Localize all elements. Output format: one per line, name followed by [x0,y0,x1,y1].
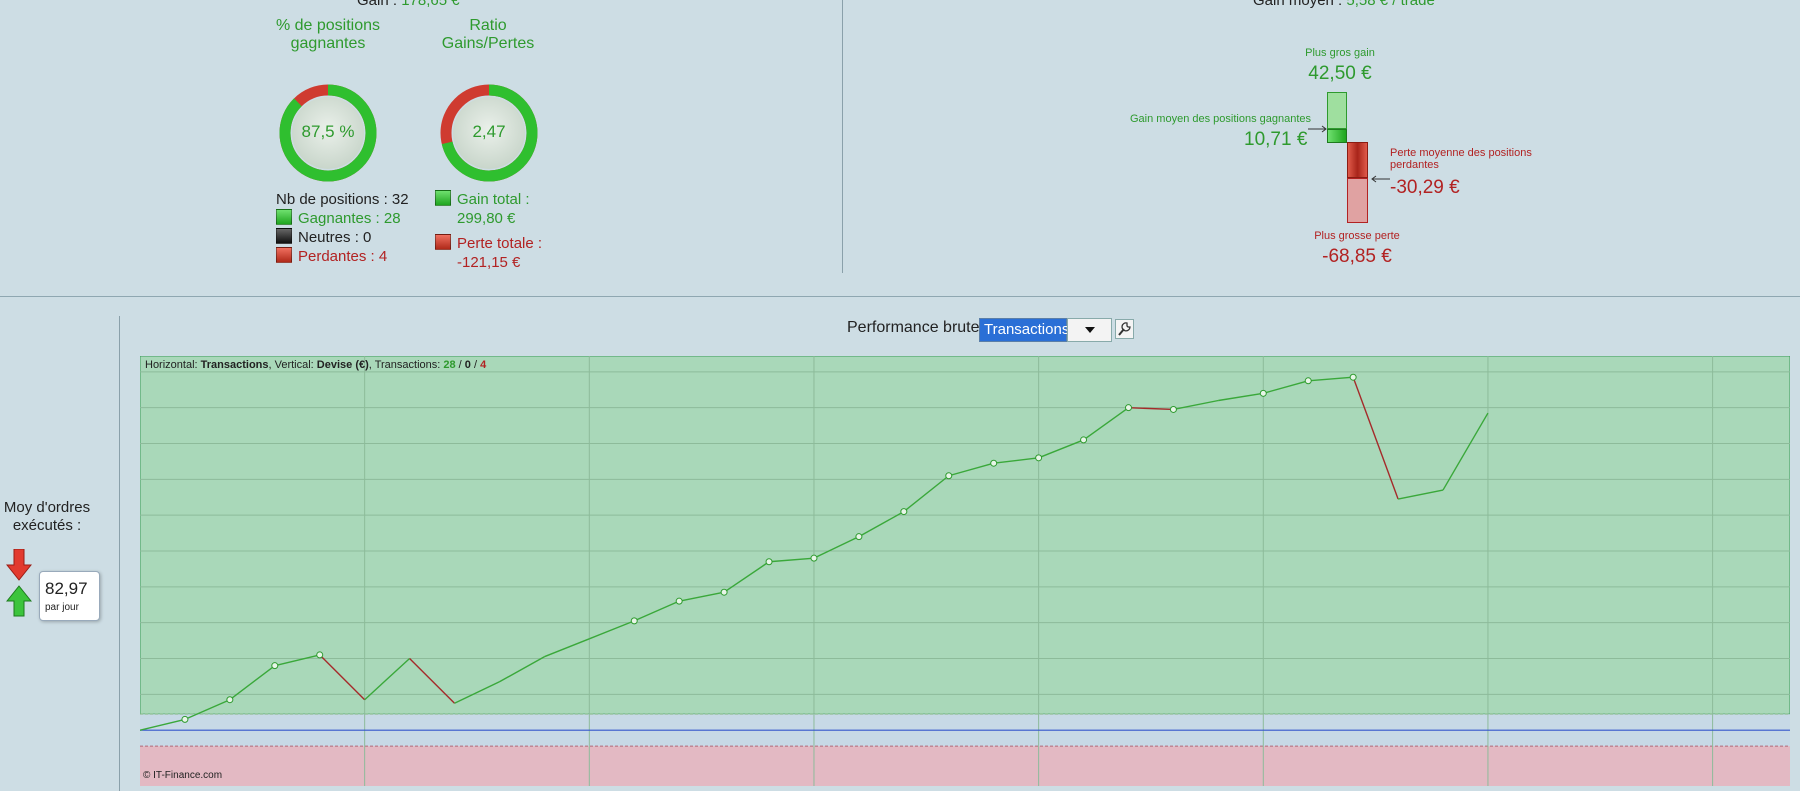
green-square-icon [276,209,292,225]
nb-positions: Nb de positions : 32 [276,191,409,208]
gros-gain-bar [1327,92,1347,129]
panel-divider [0,296,1800,297]
chart-h-prefix: Horizontal: [145,359,201,371]
moy-ordres-label: Moy d'ordres exécutés : [0,499,94,535]
plus-gros-gain-label: Plus gros gain [1305,47,1375,59]
neutres-row: Neutres : 0 [276,228,409,247]
equity-point [1304,377,1312,385]
equity-point [316,651,324,659]
settings-wrench-button[interactable] [1115,319,1134,339]
equity-point [990,459,998,467]
equity-point [810,554,818,562]
equity-point [226,696,234,704]
plus-grosse-perte-value: -68,85 € [1322,246,1392,267]
perte-totale-label: Perte totale : [457,235,543,252]
perte-totale-row: Perte totale : [435,234,542,253]
section-divider [842,0,843,273]
win-pct-value: 87,5 % [301,122,355,141]
equity-point [271,662,279,670]
perte-moyenne-value: -30,29 € [1390,177,1460,198]
red-square-icon [276,247,292,263]
equity-point [720,588,728,596]
equity-point [945,472,953,480]
chart-v-value: Devise (€) [316,359,369,371]
moy-ordres-label-line2: exécutés : [12,517,82,534]
equity-point [765,558,773,566]
moy-ordres-unit: par jour [45,602,79,613]
chart-t-sep1: / [455,359,465,371]
arrow-up-green-icon [6,585,32,617]
moy-ordres-label-line1: Moy d'ordres [3,499,91,516]
gain-moyen-label: Gain moyen : [1253,0,1343,9]
equity-point [675,597,683,605]
chart-footer: © IT-Finance.com [143,770,223,781]
perte-moyenne-label-line2: perdantes [1390,159,1439,171]
negative-zone [140,746,1790,786]
equity-point [1169,405,1177,413]
equity-chart-svg [139,355,1791,786]
chart-v-prefix: , Vertical: [268,359,317,371]
equity-point [1035,454,1043,462]
plus-grosse-perte-label: Plus grosse perte [1314,230,1400,242]
totals: Gain total : 299,80 € Perte totale : -12… [435,190,542,272]
arrow-right-icon [1308,125,1327,133]
equity-point [1259,389,1267,397]
grosse-perte-bar [1347,178,1368,223]
gagnantes-text: Gagnantes : 28 [298,210,401,227]
perdantes-text: Perdantes : 4 [298,248,388,265]
gain-moyen-pos-label: Gain moyen des positions gagnantes [1130,113,1312,125]
gain-moyen-bar [1327,129,1347,143]
gain-total-row: Gain total : [435,190,542,209]
red-square-icon [435,234,451,250]
perte-totale-value: -121,15 € [457,254,521,271]
equity-chart: Horizontal: Transactions, Vertical: Devi… [139,355,1791,786]
moy-ordres-card: 82,97 par jour [39,571,100,621]
equity-point [630,617,638,625]
position-counts: Nb de positions : 32 Gagnantes : 28 Neut… [276,190,409,266]
win-pct-title: % de positions gagnantes [275,17,381,52]
ratio-value: 2,47 [472,122,506,141]
gain-moyen-value: 5,58 € / trade [1346,0,1435,9]
chart-h-value: Transactions [200,359,269,371]
equity-point [1080,436,1088,444]
chart-t-loss: 4 [480,359,487,371]
equity-point [1124,404,1132,412]
moy-ordres-value: 82,97 [45,579,88,598]
mode-select-arrow[interactable] [1067,318,1112,342]
chart-t-win: 28 [443,359,456,371]
green-square-icon [435,190,451,206]
gain-header: Gain : 178,65 € [357,0,460,9]
wrench-icon [1118,322,1131,336]
gain-total-label: Gain total : [457,191,530,208]
chart-t-sep2: / [470,359,481,371]
gain-label: Gain : [357,0,398,9]
equity-point [181,715,189,723]
gain-total-value: 299,80 € [457,210,516,227]
performance-brute-label: Performance brute [847,319,980,336]
gain-moyen-pos-value: 10,71 € [1244,129,1308,150]
perdantes-row: Perdantes : 4 [276,247,409,266]
arrow-left-icon [1371,175,1390,183]
perte-moyenne-label-line1: Perte moyenne des positions [1390,147,1532,159]
black-square-icon [276,228,292,244]
positive-zone [139,355,1791,715]
gain-moyen-header: Gain moyen : 5,58 € / trade [1253,0,1435,9]
plus-gros-gain-value: 42,50 € [1308,63,1372,84]
equity-point [900,508,908,516]
chart-header: Horizontal: Transactions, Vertical: Devi… [145,359,486,371]
performance-summary-panel: Gain : 178,65 € Gain moyen : 5,58 € / tr… [0,0,1800,297]
gain-value: 178,65 € [401,0,460,9]
left-column-divider [119,316,120,791]
chevron-down-icon [1085,327,1095,333]
perte-moyenne-label: Perte moyenne des positions perdantes [1390,147,1532,171]
mode-select[interactable]: Transactions [979,318,1069,342]
equity-point [1349,373,1357,381]
arrow-down-red-icon [6,549,32,581]
gagnantes-row: Gagnantes : 28 [276,209,409,228]
ratio-title: Ratio Gains/Pertes [441,17,535,52]
chart-t-prefix: , Transactions: [368,359,444,371]
neutres-text: Neutres : 0 [298,229,372,246]
perte-moyenne-bar [1347,142,1368,178]
equity-point [855,533,863,541]
